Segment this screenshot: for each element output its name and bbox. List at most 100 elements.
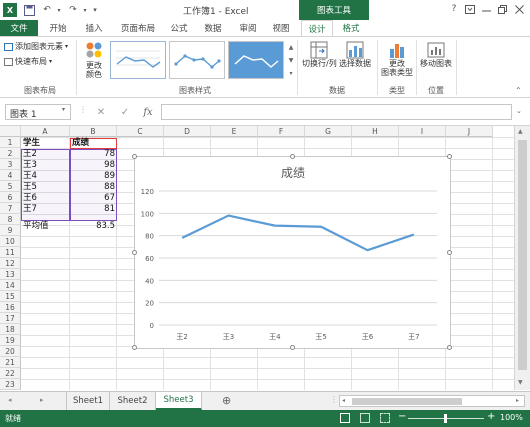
help-icon[interactable]: ? [447, 2, 461, 16]
row-header-21[interactable]: 21 [0, 357, 21, 368]
change-chart-type-button[interactable]: 更改 图表类型 [380, 41, 414, 77]
restore-icon[interactable] [495, 2, 509, 16]
horizontal-scroll-thumb[interactable] [352, 398, 462, 405]
insert-function-icon[interactable]: fx [139, 104, 157, 120]
row-header-22[interactable]: 22 [0, 368, 21, 379]
column-header-b[interactable]: B [70, 126, 117, 137]
column-header-i[interactable]: I [399, 126, 446, 137]
column-header-h[interactable]: H [352, 126, 399, 137]
column-header-d[interactable]: D [164, 126, 211, 137]
cell-a8[interactable]: 平均值 [23, 221, 49, 232]
tab-page-layout[interactable]: 页面布局 [117, 20, 159, 36]
add-chart-element-button[interactable]: 添加图表元素 ▾ [4, 41, 68, 52]
column-header-f[interactable]: F [258, 126, 305, 137]
column-header-e[interactable]: E [211, 126, 258, 137]
styles-scroll-up-icon[interactable]: ▲ [287, 41, 295, 53]
ribbon-display-icon[interactable] [463, 2, 477, 16]
cell-b8[interactable]: 83.5 [70, 221, 117, 232]
column-header-c[interactable]: C [117, 126, 164, 137]
undo-dropdown-icon[interactable]: ▾ [52, 3, 66, 17]
column-header-g[interactable]: G [305, 126, 352, 137]
row-header-4[interactable]: 4 [0, 170, 21, 181]
cell-a1[interactable]: 学生 [23, 138, 40, 149]
resize-handle[interactable] [447, 345, 452, 350]
cell-b1[interactable]: 成绩 [72, 138, 89, 149]
resize-handle[interactable] [290, 154, 295, 159]
resize-handle[interactable] [132, 250, 137, 255]
formula-input[interactable] [161, 104, 512, 120]
zoom-in-icon[interactable]: + [487, 411, 495, 422]
cell-a3[interactable]: 王3 [23, 160, 37, 171]
cell-a5[interactable]: 王5 [23, 182, 37, 193]
cell-b4[interactable]: 89 [70, 171, 117, 182]
sheet-tab-1[interactable]: Sheet1 [66, 392, 110, 410]
collapse-ribbon-icon[interactable]: ⌃ [515, 86, 522, 95]
page-break-view-icon[interactable] [380, 413, 390, 423]
row-header-11[interactable]: 11 [0, 247, 21, 258]
row-header-12[interactable]: 12 [0, 258, 21, 269]
switch-row-column-button[interactable]: 切换行/列 [302, 41, 337, 68]
next-sheet-icon[interactable]: ▸ [40, 396, 44, 404]
minimize-icon[interactable] [479, 2, 493, 16]
resize-handle[interactable] [132, 154, 137, 159]
styles-scroll-down-icon[interactable]: ▼ [287, 54, 295, 66]
scroll-thumb[interactable] [518, 140, 527, 370]
column-header-a[interactable]: A [21, 126, 70, 137]
zoom-level[interactable]: 100% [500, 413, 523, 422]
sheet-tab-2[interactable]: Sheet2 [110, 392, 156, 410]
resize-handle[interactable] [290, 345, 295, 350]
cell-b6[interactable]: 67 [70, 193, 117, 204]
cell-b7[interactable]: 81 [70, 204, 117, 215]
expand-formula-bar-icon[interactable]: ⌄ [516, 107, 522, 115]
cell-b2[interactable]: 78 [70, 149, 117, 160]
name-box-dropdown-icon[interactable]: ▾ [62, 106, 65, 113]
row-header-10[interactable]: 10 [0, 236, 21, 247]
page-layout-view-icon[interactable] [360, 413, 370, 423]
quick-layout-button[interactable]: 快速布局 ▾ [4, 56, 52, 67]
row-header-19[interactable]: 19 [0, 335, 21, 346]
chart-series-line[interactable] [181, 214, 415, 252]
vertical-scrollbar[interactable]: ▲ ▼ [514, 126, 530, 390]
cell-a4[interactable]: 王4 [23, 171, 37, 182]
cell-a2[interactable]: 王2 [23, 149, 37, 160]
row-header-2[interactable]: 2 [0, 148, 21, 159]
close-icon[interactable] [512, 2, 526, 16]
row-header-8[interactable]: 8 [0, 214, 21, 225]
row-header-18[interactable]: 18 [0, 324, 21, 335]
tab-insert[interactable]: 插入 [82, 20, 106, 36]
tab-file[interactable]: 文件 [0, 20, 38, 36]
column-header-j[interactable]: J [446, 126, 493, 137]
select-all-corner[interactable] [0, 126, 21, 137]
zoom-out-icon[interactable]: − [398, 411, 406, 422]
customize-qat-icon[interactable]: ▾ [88, 3, 102, 17]
cell-b5[interactable]: 88 [70, 182, 117, 193]
row-header-16[interactable]: 16 [0, 302, 21, 313]
row-header-6[interactable]: 6 [0, 192, 21, 203]
new-sheet-icon[interactable]: ⊕ [222, 394, 231, 407]
cancel-icon[interactable]: ✕ [92, 104, 110, 120]
sheet-tab-3[interactable]: Sheet3 [156, 392, 202, 410]
chart-title[interactable]: 成绩 [281, 166, 305, 180]
row-header-15[interactable]: 15 [0, 291, 21, 302]
row-header-7[interactable]: 7 [0, 203, 21, 214]
row-header-17[interactable]: 17 [0, 313, 21, 324]
resize-handle[interactable] [132, 345, 137, 350]
row-header-3[interactable]: 3 [0, 159, 21, 170]
row-header-9[interactable]: 9 [0, 225, 21, 236]
zoom-slider-thumb[interactable] [444, 414, 447, 423]
save-icon[interactable] [22, 3, 36, 17]
normal-view-icon[interactable] [340, 413, 350, 423]
row-header-1[interactable]: 1 [0, 137, 21, 148]
row-header-20[interactable]: 20 [0, 346, 21, 357]
resize-handle[interactable] [447, 250, 452, 255]
chart-style-2[interactable] [169, 41, 225, 79]
change-colors-button[interactable]: 更改 颜色 [84, 41, 104, 79]
tab-chart-format[interactable]: 格式 [336, 20, 366, 36]
tab-review[interactable]: 审阅 [237, 20, 259, 36]
tab-home[interactable]: 开始 [46, 20, 70, 36]
resize-handle[interactable] [447, 154, 452, 159]
enter-icon[interactable]: ✓ [116, 104, 134, 120]
line-chart[interactable]: 成绩 0 20 40 60 80 100 120 王2 王3 王4 王5 王6 王7 [132, 154, 452, 350]
chart-style-3[interactable] [228, 41, 284, 79]
tab-data[interactable]: 数据 [202, 20, 224, 36]
